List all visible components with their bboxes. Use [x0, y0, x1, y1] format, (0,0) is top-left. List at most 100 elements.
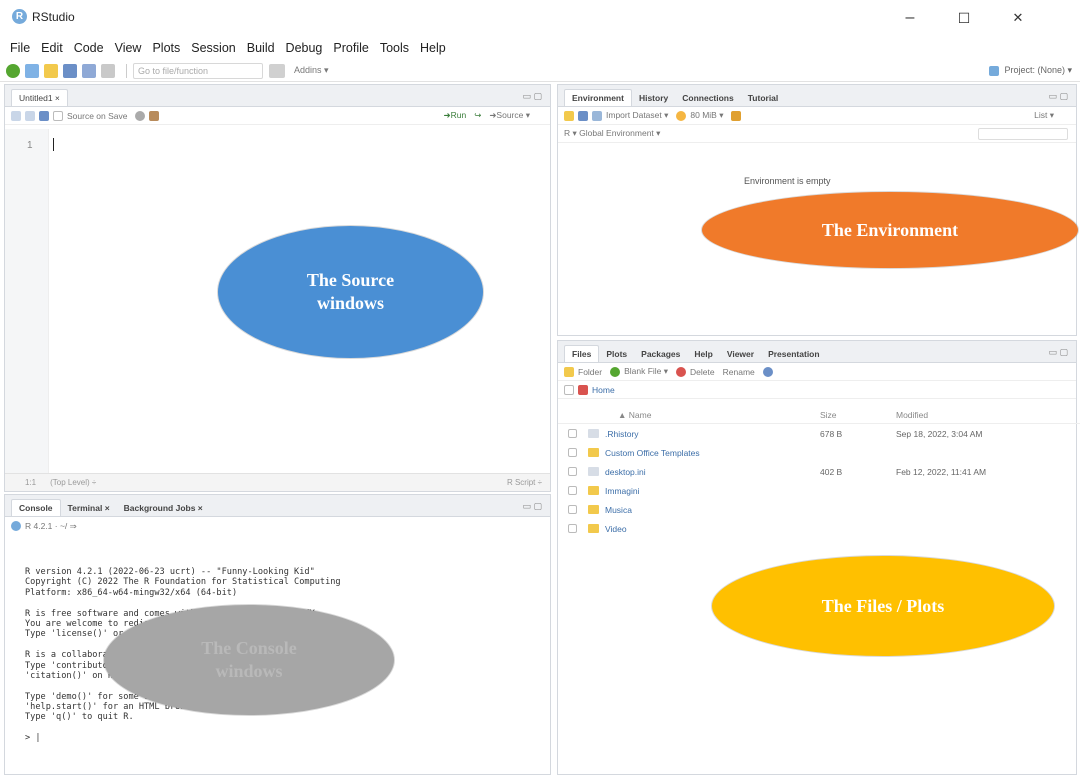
pane-minmax-icon[interactable]: ▭ ▢	[1048, 347, 1068, 358]
file-checkbox[interactable]	[568, 429, 577, 438]
select-all-checkbox[interactable]	[564, 384, 574, 395]
save-icon[interactable]	[39, 110, 49, 121]
pane-minmax-icon[interactable]: ▭ ▢	[522, 501, 542, 512]
column-size[interactable]: Size	[820, 410, 837, 420]
file-icon	[588, 467, 599, 476]
blank-file-button[interactable]: Blank File ▾	[624, 366, 668, 377]
file-checkbox[interactable]	[568, 448, 577, 457]
file-name[interactable]: Immagini	[605, 486, 639, 496]
menu-session[interactable]: Session	[191, 41, 235, 55]
goto-file-input[interactable]: Go to file/function	[133, 62, 263, 79]
annotation-console-oval: The Console windows	[104, 605, 394, 715]
save-workspace-icon[interactable]	[578, 110, 588, 121]
menu-view[interactable]: View	[115, 41, 142, 55]
file-type-selector[interactable]: R Script ÷	[507, 478, 542, 487]
file-row[interactable]: desktop.ini 402 B Feb 12, 2022, 11:41 AM	[558, 462, 1080, 481]
tab-environment[interactable]: Environment	[564, 89, 632, 106]
menu-code[interactable]: Code	[74, 41, 104, 55]
menu-profile[interactable]: Profile	[333, 41, 368, 55]
file-row[interactable]: Custom Office Templates	[558, 443, 1080, 462]
tab-files[interactable]: Files	[564, 345, 600, 362]
scope-selector[interactable]: (Top Level) ÷	[50, 478, 96, 487]
close-button[interactable]: ✕	[1004, 6, 1032, 30]
file-modified: Sep 18, 2022, 3:04 AM	[896, 428, 983, 439]
minimize-button[interactable]: –	[896, 6, 924, 30]
source-on-save-checkbox[interactable]	[53, 110, 63, 121]
view-mode-select[interactable]: List ▾	[1034, 110, 1054, 121]
print-icon[interactable]	[101, 63, 115, 78]
environment-search-input[interactable]	[978, 127, 1068, 140]
global-environment-select[interactable]: R ▾ Global Environment ▾	[564, 128, 660, 139]
menu-build[interactable]: Build	[247, 41, 275, 55]
annotation-console-line1: The Console	[201, 638, 297, 658]
file-row[interactable]: .Rhistory 678 B Sep 18, 2022, 3:04 AM	[558, 424, 1080, 443]
file-row[interactable]: Video	[558, 519, 1080, 538]
annotation-source-line2: windows	[316, 293, 384, 313]
grid-layout-icon[interactable]	[269, 63, 285, 78]
source-button[interactable]: ➜Source ▾	[489, 110, 530, 121]
new-project-icon[interactable]	[25, 63, 39, 78]
tab-viewer[interactable]: Viewer	[720, 346, 761, 362]
column-modified[interactable]: Modified	[896, 410, 928, 420]
pane-minmax-icon[interactable]: ▭ ▢	[1048, 91, 1068, 102]
file-checkbox[interactable]	[568, 505, 577, 514]
file-name[interactable]: Video	[605, 524, 627, 534]
tab-packages[interactable]: Packages	[634, 346, 687, 362]
file-row[interactable]: Immagini	[558, 481, 1080, 500]
tab-history[interactable]: History	[632, 90, 675, 106]
menu-plots[interactable]: Plots	[152, 41, 180, 55]
more-gear-icon[interactable]	[762, 366, 773, 377]
save-icon[interactable]	[63, 63, 77, 78]
rerun-icon[interactable]: ↪	[474, 110, 481, 121]
run-button[interactable]: ➜Run	[443, 110, 466, 121]
file-name[interactable]: Custom Office Templates	[605, 448, 700, 458]
file-checkbox[interactable]	[568, 467, 577, 476]
file-name[interactable]: .Rhistory	[605, 429, 639, 439]
file-checkbox[interactable]	[568, 524, 577, 533]
tab-tutorial[interactable]: Tutorial	[741, 90, 786, 106]
annotation-environment-oval: The Environment	[702, 192, 1078, 268]
tab-connections[interactable]: Connections	[675, 90, 740, 106]
new-file-icon[interactable]	[6, 63, 20, 78]
console-line: Platform: x86_64-w64-mingw32/x64 (64-bit…	[25, 587, 238, 598]
tab-presentation[interactable]: Presentation	[761, 346, 827, 362]
tab-background-jobs[interactable]: Background Jobs ×	[117, 500, 210, 516]
memory-usage[interactable]: 80 MiB ▾	[690, 110, 723, 121]
menu-file[interactable]: File	[10, 41, 30, 55]
broom-icon[interactable]	[731, 110, 742, 121]
file-name[interactable]: desktop.ini	[605, 467, 646, 477]
rename-button[interactable]: Rename	[723, 367, 755, 377]
file-row[interactable]: Musica	[558, 500, 1080, 519]
menu-help[interactable]: Help	[420, 41, 446, 55]
new-folder-button[interactable]: Folder	[578, 367, 602, 377]
save-all-icon[interactable]	[82, 63, 96, 78]
file-name[interactable]: Musica	[605, 505, 632, 515]
tab-untitled1[interactable]: Untitled1 ×	[11, 89, 68, 106]
menu-debug[interactable]: Debug	[286, 41, 323, 55]
column-name[interactable]: ▲ Name	[618, 410, 651, 420]
tab-console[interactable]: Console	[11, 499, 61, 516]
open-file-icon[interactable]	[44, 63, 58, 78]
file-checkbox[interactable]	[568, 486, 577, 495]
pane-minmax-icon[interactable]: ▭ ▢	[522, 91, 542, 102]
menu-tools[interactable]: Tools	[380, 41, 409, 55]
delete-button[interactable]: Delete	[690, 367, 715, 377]
maximize-button[interactable]: ☐	[950, 6, 978, 30]
search-icon[interactable]	[135, 110, 146, 121]
addins-dropdown[interactable]: Addins ▾	[294, 65, 329, 76]
r-version-icon	[11, 521, 21, 531]
folder-icon	[588, 505, 599, 514]
load-workspace-icon[interactable]	[564, 110, 574, 121]
tab-terminal[interactable]: Terminal ×	[61, 500, 117, 516]
tab-help[interactable]: Help	[687, 346, 719, 362]
forward-arrow-icon[interactable]	[25, 110, 35, 121]
project-menu[interactable]: Project: (None) ▾	[989, 65, 1072, 76]
import-dataset-button[interactable]: Import Dataset ▾	[606, 110, 668, 121]
import-dataset-icon[interactable]	[592, 110, 602, 121]
code-tools-icon[interactable]	[149, 110, 160, 121]
breadcrumb-home[interactable]: Home	[592, 385, 615, 395]
back-arrow-icon[interactable]	[11, 110, 21, 121]
tab-plots[interactable]: Plots	[599, 346, 634, 362]
menu-edit[interactable]: Edit	[41, 41, 63, 55]
menu-bar: File Edit Code View Plots Session Build …	[0, 38, 457, 58]
